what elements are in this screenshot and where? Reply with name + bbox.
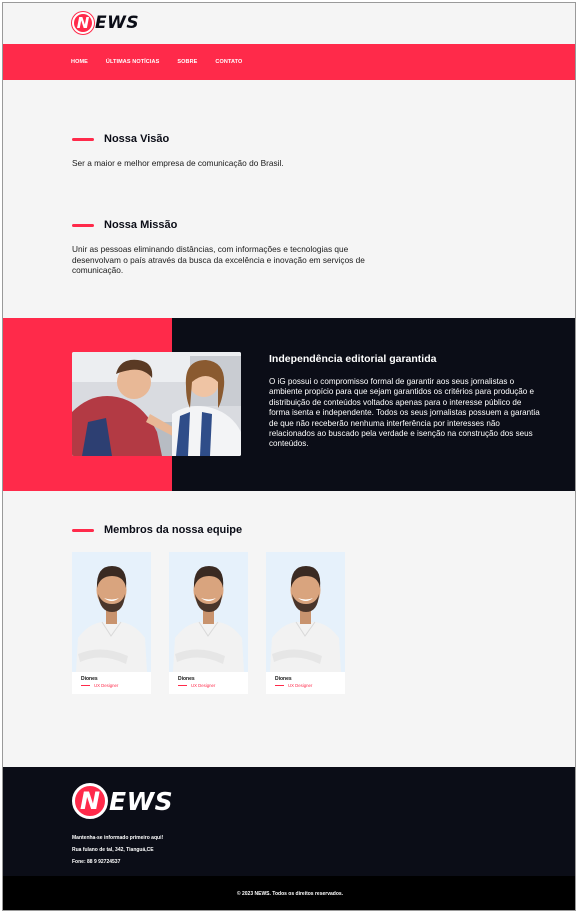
member-role-label: UX Designer	[288, 683, 313, 688]
mission-heading: Nossa Missão	[72, 219, 387, 231]
news-logo[interactable]: N EWS	[72, 11, 139, 35]
footer-address: Rua fulano de tal, 342, Tianguá,CE	[72, 847, 154, 853]
nav-latest-news[interactable]: ÚLTIMAS NOTÍCIAS	[106, 59, 159, 65]
mission-text: Unir as pessoas eliminando distâncias, c…	[72, 244, 365, 275]
member-name: Diones	[178, 676, 195, 682]
member-name: Diones	[81, 676, 98, 682]
logo-wordmark: EWS	[95, 13, 140, 33]
nav-contact[interactable]: CONTATO	[215, 59, 242, 65]
mission-section: Nossa Missão Unir as pessoas eliminando …	[72, 219, 387, 276]
main-nav: HOME ÚLTIMAS NOTÍCIAS SOBRE CONTATO	[71, 44, 242, 80]
member-photo-image	[266, 552, 345, 672]
member-role-label: UX Designer	[94, 683, 119, 688]
team-heading-section: Membros da nossa equipe	[72, 524, 242, 536]
role-accent-dash	[275, 684, 284, 687]
member-role: UX Designer	[178, 683, 215, 688]
member-role: UX Designer	[275, 683, 312, 688]
header: N EWS	[3, 3, 575, 44]
nav-about[interactable]: SOBRE	[177, 59, 197, 65]
vision-heading: Nossa Visão	[72, 133, 472, 145]
footer-phone: Fone: 88 9 92724537	[72, 859, 121, 865]
team-photo-image	[72, 352, 241, 456]
member-role-label: UX Designer	[191, 683, 216, 688]
role-accent-dash	[178, 684, 187, 687]
footer-tagline: Mantenha-se informado primeiro aqui!	[72, 835, 164, 841]
heading-accent-bar	[72, 528, 94, 532]
logo-circle-icon: N	[72, 12, 94, 34]
member-photo-image	[169, 552, 248, 672]
heading-accent-bar	[72, 137, 94, 141]
independence-text: O iG possui o compromisso formal de gara…	[269, 377, 540, 449]
copyright-bar: © 2023 NEWS. Todos os direitos reservado…	[3, 876, 575, 910]
footer: N EWS Mantenha-se informado primeiro aqu…	[3, 767, 575, 876]
member-role: UX Designer	[81, 683, 118, 688]
heading-accent-bar	[72, 223, 94, 227]
vision-title: Nossa Visão	[104, 133, 170, 145]
team-member-card[interactable]: Diones UX Designer	[72, 552, 151, 694]
team-cards: Diones UX Designer Diones UX Designer Di…	[72, 552, 345, 694]
nav-home[interactable]: HOME	[71, 59, 88, 65]
navbar: HOME ÚLTIMAS NOTÍCIAS SOBRE CONTATO	[3, 44, 575, 80]
team-title: Membros da nossa equipe	[104, 524, 243, 536]
mission-title: Nossa Missão	[104, 219, 178, 231]
team-member-card[interactable]: Diones UX Designer	[169, 552, 248, 694]
page-frame: N EWS HOME ÚLTIMAS NOTÍCIAS SOBRE CONTAT…	[2, 2, 576, 911]
logo-wordmark: EWS	[109, 786, 174, 816]
footer-news-logo[interactable]: N EWS	[72, 783, 173, 819]
vision-section: Nossa Visão Ser a maior e melhor empresa…	[72, 133, 472, 169]
logo-circle-icon: N	[72, 783, 108, 819]
member-name: Diones	[275, 676, 292, 682]
member-photo-image	[72, 552, 151, 672]
independence-section: Independência editorial garantida O iG p…	[3, 318, 575, 491]
copyright-text: © 2023 NEWS. Todos os direitos reservado…	[236, 891, 344, 897]
team-member-card[interactable]: Diones UX Designer	[266, 552, 345, 694]
independence-title: Independência editorial garantida	[269, 353, 437, 365]
role-accent-dash	[81, 684, 90, 687]
vision-text: Ser a maior e melhor empresa de comunica…	[72, 158, 284, 168]
team-heading: Membros da nossa equipe	[72, 524, 242, 536]
